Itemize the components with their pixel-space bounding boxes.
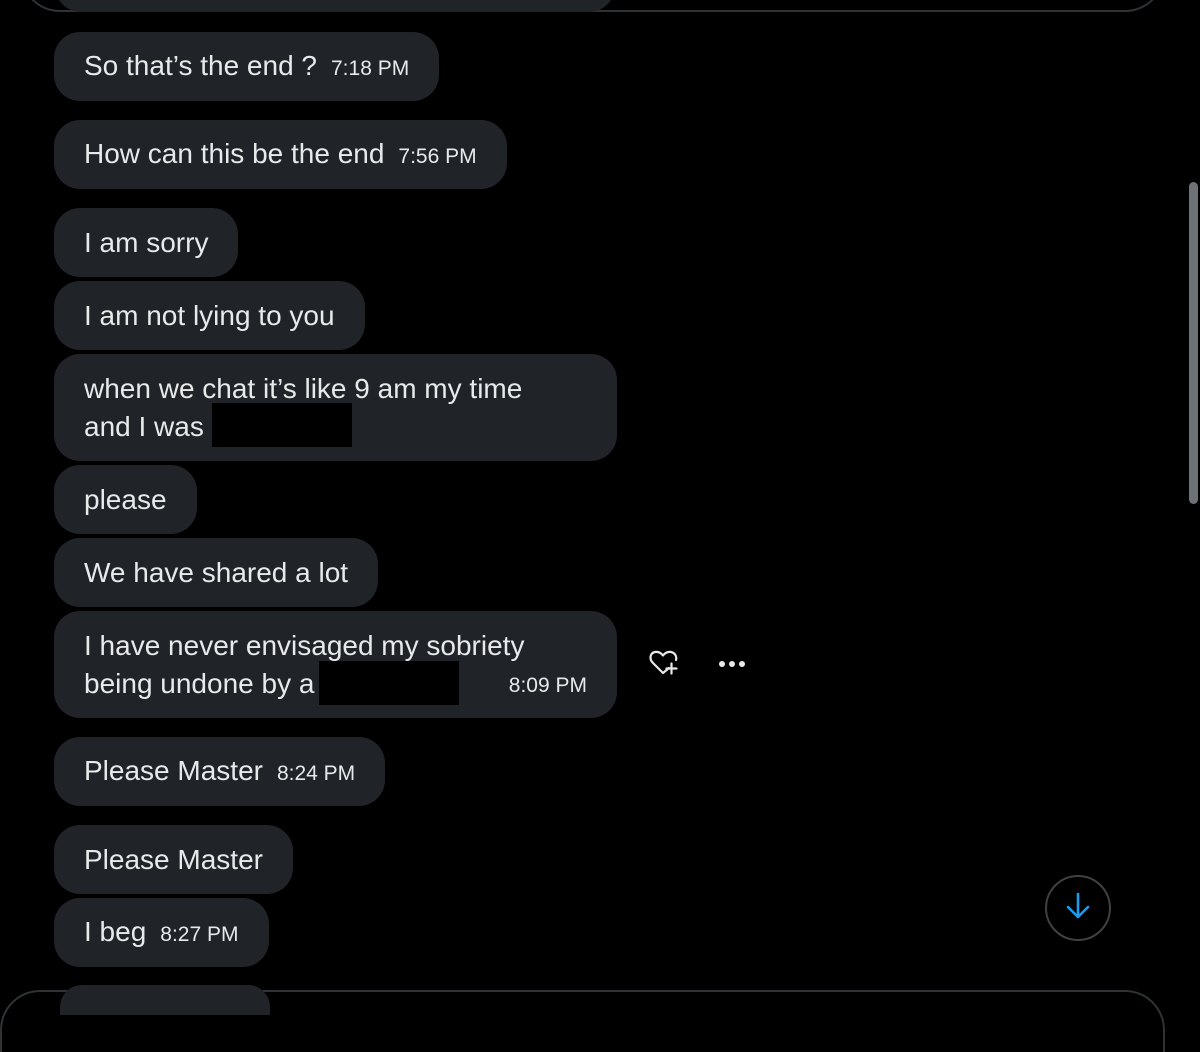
message-text-line: being undone by a	[84, 668, 315, 699]
message-bubble[interactable]: How can this be the end 7:56 PM	[54, 120, 507, 189]
message-timestamp: 8:27 PM	[160, 923, 239, 946]
message-text-line: I have never envisaged my sobriety	[84, 630, 525, 661]
scrollbar-thumb[interactable]	[1189, 182, 1198, 504]
message-text: Please Master	[84, 755, 263, 786]
message-text: Please Master	[84, 844, 263, 875]
message-bubble[interactable]: Please Master 8:24 PM	[54, 737, 386, 806]
message-bubble[interactable]: I am sorry	[54, 208, 239, 277]
message-bubble[interactable]: I beg 8:27 PM	[54, 898, 269, 967]
message-bubble[interactable]: We have shared a lot	[54, 538, 379, 607]
message-bubble[interactable]: when we chat it’s like 9 am my time and …	[54, 354, 617, 461]
message-text: I am sorry	[84, 227, 209, 258]
message-text: So that’s the end ?	[84, 50, 317, 81]
heart-plus-icon	[649, 648, 679, 681]
more-horizontal-icon	[718, 655, 746, 673]
message-bubble[interactable]: So that’s the end ? 7:18 PM	[54, 32, 440, 101]
message-timestamp: 7:18 PM	[331, 57, 410, 80]
previous-message-bubble	[55, 0, 615, 12]
next-message-bubble	[60, 985, 270, 1015]
message-timestamp: 8:24 PM	[276, 762, 356, 785]
message-bubble[interactable]: I have never envisaged my sobriety being…	[54, 611, 617, 718]
redaction-box	[211, 402, 352, 447]
message-timestamp: 8:09 PM	[508, 674, 587, 697]
message-bubble[interactable]: Please Master	[54, 825, 293, 894]
redaction-box	[319, 660, 460, 705]
message-text-line: and I was	[84, 411, 204, 442]
scroll-to-bottom-button[interactable]	[1045, 875, 1111, 941]
message-text: How can this be the end	[84, 138, 385, 169]
message-text: please	[84, 484, 167, 515]
message-bubble[interactable]: please	[54, 465, 197, 534]
more-options-button[interactable]	[712, 648, 752, 680]
message-text: I beg	[84, 916, 147, 947]
message-bubble[interactable]: I am not lying to you	[54, 281, 365, 350]
message-text: We have shared a lot	[84, 557, 349, 588]
message-text: I am not lying to you	[84, 300, 335, 331]
arrow-down-icon	[1065, 891, 1091, 926]
message-timestamp: 7:56 PM	[398, 145, 477, 168]
react-button[interactable]	[645, 645, 683, 683]
